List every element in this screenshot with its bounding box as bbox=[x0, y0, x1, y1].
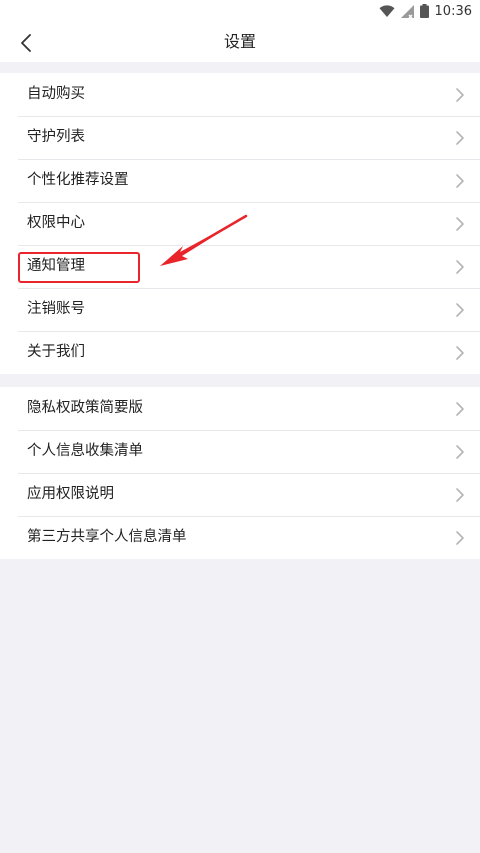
chevron-right-icon bbox=[456, 174, 464, 188]
chevron-right-icon bbox=[456, 303, 464, 317]
row-label: 注销账号 bbox=[27, 301, 85, 317]
chevron-right-icon bbox=[456, 445, 464, 459]
row-label: 自动购买 bbox=[27, 86, 85, 102]
chevron-right-icon bbox=[456, 260, 464, 274]
status-bar: 10:36 bbox=[0, 0, 480, 22]
signal-icon bbox=[400, 4, 414, 18]
row-auto-purchase[interactable]: 自动购买 bbox=[0, 73, 480, 116]
row-personal-info-collection-list[interactable]: 个人信息收集清单 bbox=[0, 430, 480, 473]
chevron-right-icon bbox=[456, 346, 464, 360]
row-app-permission-explanation[interactable]: 应用权限说明 bbox=[0, 473, 480, 516]
row-about-us[interactable]: 关于我们 bbox=[0, 331, 480, 374]
page-title: 设置 bbox=[223, 32, 256, 51]
row-label: 关于我们 bbox=[27, 344, 85, 360]
row-delete-account[interactable]: 注销账号 bbox=[0, 288, 480, 331]
wifi-icon bbox=[379, 4, 395, 18]
row-label: 守护列表 bbox=[27, 129, 85, 145]
settings-group-account: 自动购买 守护列表 个性化推荐设置 权限中心 通知管理 注销账号 关于我们 bbox=[0, 73, 480, 374]
row-label: 应用权限说明 bbox=[27, 486, 114, 502]
status-time: 10:36 bbox=[434, 3, 472, 19]
row-notification-management[interactable]: 通知管理 bbox=[0, 245, 480, 288]
row-label: 通知管理 bbox=[27, 258, 85, 274]
chevron-right-icon bbox=[456, 488, 464, 502]
chevron-right-icon bbox=[456, 88, 464, 102]
back-button[interactable] bbox=[10, 28, 42, 58]
row-label: 第三方共享个人信息清单 bbox=[27, 529, 187, 545]
row-personalized-recommendation[interactable]: 个性化推荐设置 bbox=[0, 159, 480, 202]
nav-bar: 设置 bbox=[0, 22, 480, 62]
battery-icon bbox=[419, 4, 429, 18]
row-label: 隐私权政策简要版 bbox=[27, 400, 143, 416]
row-label: 权限中心 bbox=[27, 215, 85, 231]
row-guardian-list[interactable]: 守护列表 bbox=[0, 116, 480, 159]
row-label: 个性化推荐设置 bbox=[27, 172, 129, 188]
settings-group-privacy: 隐私权政策简要版 个人信息收集清单 应用权限说明 第三方共享个人信息清单 bbox=[0, 387, 480, 559]
status-icons: 10:36 bbox=[379, 2, 472, 20]
row-label: 个人信息收集清单 bbox=[27, 443, 143, 459]
row-privacy-policy-summary[interactable]: 隐私权政策简要版 bbox=[0, 387, 480, 430]
chevron-right-icon bbox=[456, 131, 464, 145]
chevron-right-icon bbox=[456, 531, 464, 545]
chevron-right-icon bbox=[456, 217, 464, 231]
chevron-left-icon bbox=[21, 34, 31, 52]
row-third-party-sharing-list[interactable]: 第三方共享个人信息清单 bbox=[0, 516, 480, 559]
chevron-right-icon bbox=[456, 402, 464, 416]
row-permission-center[interactable]: 权限中心 bbox=[0, 202, 480, 245]
